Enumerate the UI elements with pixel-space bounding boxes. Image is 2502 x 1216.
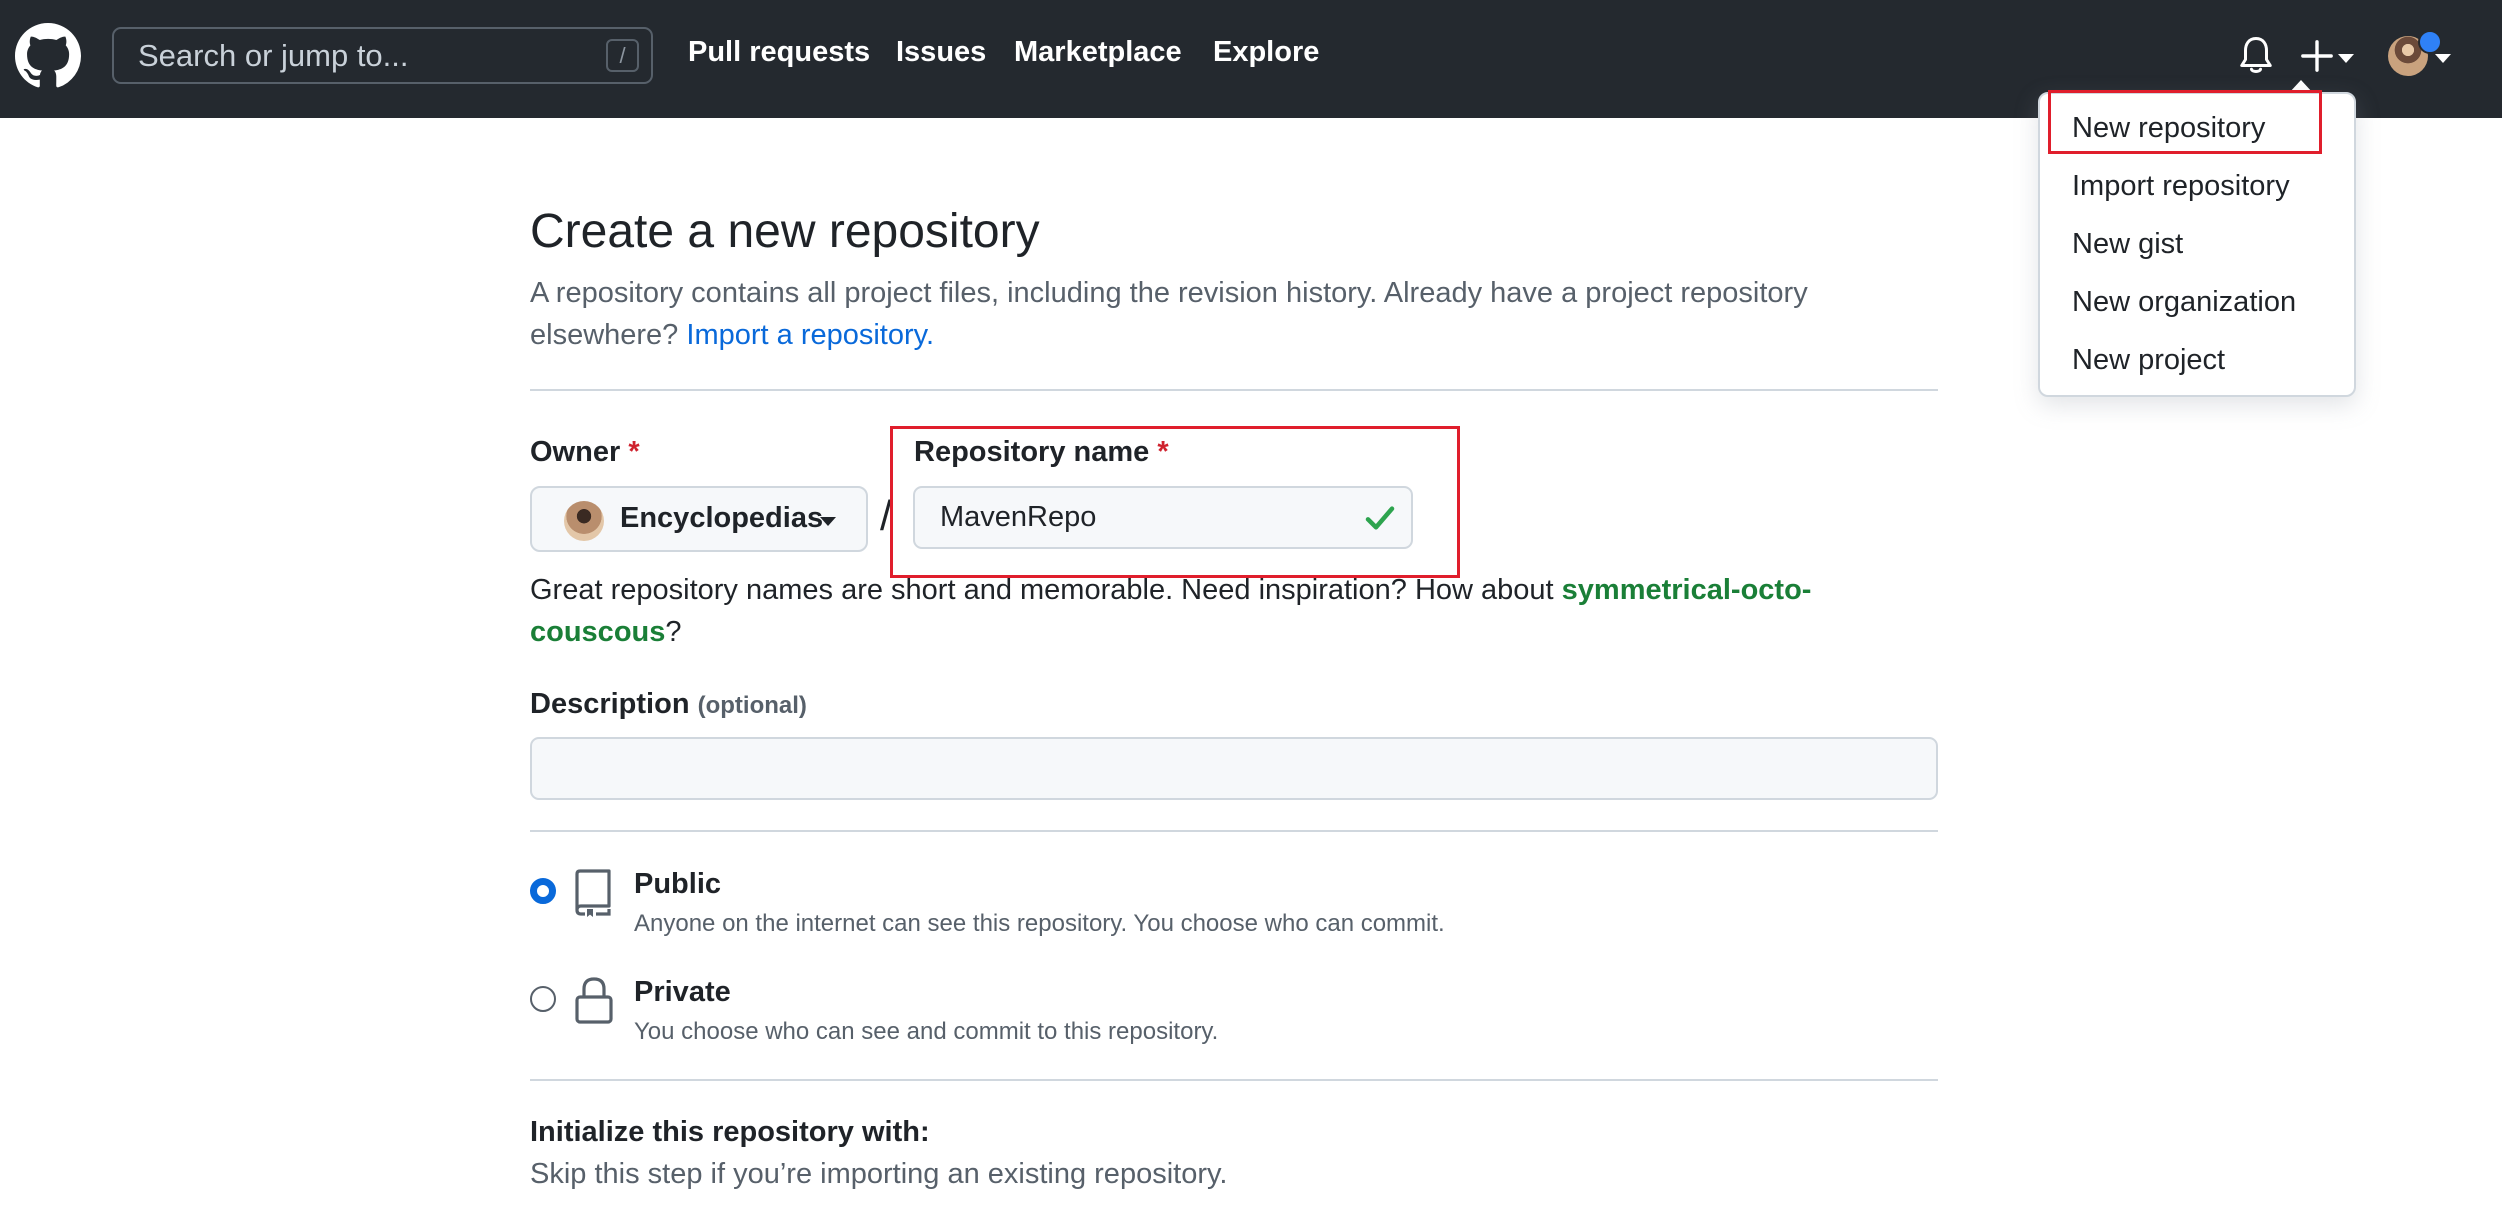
owner-select[interactable]: Encyclopedias [530,486,868,552]
description-input[interactable] [530,737,1938,800]
public-description: Anyone on the internet can see this repo… [634,910,1445,937]
chevron-down-icon [820,517,836,526]
owner-name: Encyclopedias [620,502,824,534]
description-label: Description (optional) [530,688,807,721]
public-title: Public [634,868,722,900]
page-lead: A repository contains all project files,… [530,272,1910,356]
private-radio[interactable] [530,986,556,1012]
owner-label: Owner * [530,436,640,469]
avatar-chevron-down-icon[interactable] [2435,54,2451,63]
divider [530,830,1938,832]
optional-tag: (optional) [697,692,807,719]
nav-marketplace[interactable]: Marketplace [1014,36,1182,69]
repo-name-hint: Great repository names are short and mem… [530,569,1910,653]
required-mark: * [628,436,640,468]
initialize-title: Initialize this repository with: [530,1116,930,1148]
search-input[interactable]: Search or jump to... / [112,27,653,84]
menu-item-new-project[interactable]: New project [2072,344,2225,377]
initialize-description: Skip this step if you’re importing an ex… [530,1158,1228,1190]
nav-issues[interactable]: Issues [896,36,986,69]
menu-item-new-organization[interactable]: New organization [2072,286,2296,319]
notification-dot [2418,30,2442,54]
divider [530,389,1938,391]
description-label-text: Description [530,688,690,720]
hint-end: ? [665,616,682,648]
repo-icon [575,869,611,917]
search-shortcut-key: / [606,39,639,72]
menu-item-new-gist[interactable]: New gist [2072,228,2183,261]
bell-icon[interactable] [2238,34,2274,76]
page-title: Create a new repository [530,205,1040,258]
owner-avatar [564,501,604,541]
hint-text: Great repository names are short and mem… [530,574,1554,606]
plus-chevron-down-icon[interactable] [2338,54,2354,63]
nav-pull-requests[interactable]: Pull requests [688,36,870,69]
menu-item-import-repository[interactable]: Import repository [2072,170,2290,203]
private-title: Private [634,976,731,1008]
divider [530,1079,1938,1081]
annotation-box-new-repository [2048,90,2322,154]
nav-explore[interactable]: Explore [1213,36,1319,69]
search-placeholder: Search or jump to... [138,38,409,73]
plus-icon[interactable] [2300,35,2334,77]
import-repository-link[interactable]: Import a repository. [686,319,934,351]
annotation-box-repo-name [890,426,1460,578]
github-logo-icon[interactable] [15,23,81,89]
private-description: You choose who can see and commit to thi… [634,1018,1219,1045]
owner-label-text: Owner [530,436,621,468]
lock-icon [575,977,613,1024]
public-radio[interactable] [530,878,556,904]
